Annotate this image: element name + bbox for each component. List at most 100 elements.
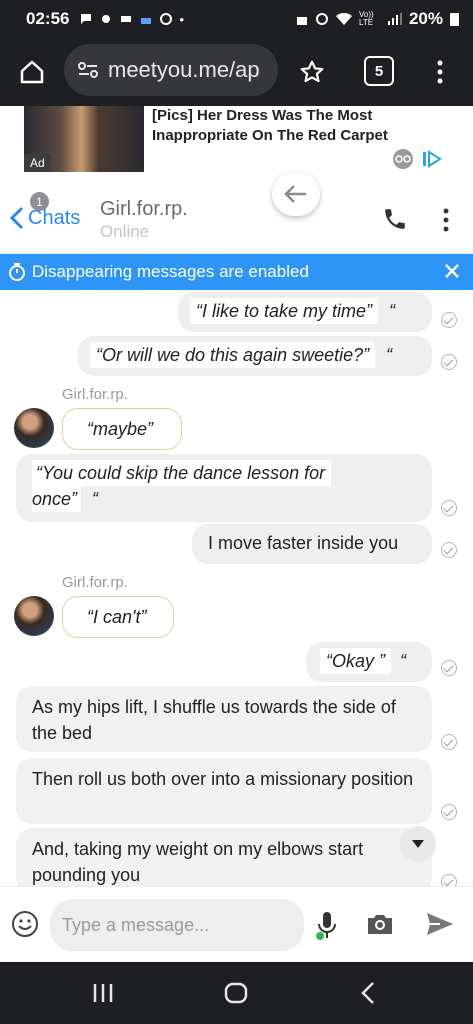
avatar[interactable]	[14, 596, 54, 636]
adchoices-icon[interactable]	[422, 150, 442, 168]
read-check-icon	[441, 804, 457, 820]
ad-label: Ad	[24, 154, 51, 172]
chevron-left-icon	[10, 206, 24, 230]
notice-text: Disappearing messages are enabled	[32, 262, 309, 281]
message-bubble[interactable]: “Or will we do this again sweetie?” “	[78, 336, 432, 376]
back-to-chats-button[interactable]: Chats	[10, 206, 80, 230]
wifi-icon	[335, 13, 352, 25]
url-bar[interactable]: meetyou.me/ap	[64, 44, 278, 96]
read-check-icon	[441, 874, 457, 886]
send-button[interactable]	[424, 909, 456, 939]
browser-toolbar: meetyou.me/ap 5	[0, 38, 473, 106]
disappearing-messages-notice: Disappearing messages are enabled	[0, 254, 473, 290]
ad-icons	[392, 148, 442, 170]
chevron-left-icon	[361, 982, 374, 1004]
emoji-icon	[12, 911, 38, 937]
recents-icon	[93, 984, 113, 1002]
avatar[interactable]	[14, 408, 54, 448]
more-vert-icon	[437, 60, 443, 84]
status-time: 02:56	[26, 9, 70, 28]
message-bubble[interactable]: “I like to take my time” “	[178, 292, 432, 332]
read-check-icon	[441, 734, 457, 750]
emoji-button[interactable]	[10, 909, 40, 939]
message-bubble[interactable]: “Okay ” “	[306, 642, 432, 682]
battery-percent: 20%	[408, 9, 443, 28]
browser-menu-button[interactable]	[428, 56, 452, 88]
sender-name: Girl.for.rp.	[62, 574, 128, 591]
back-nav-button[interactable]	[360, 981, 376, 1010]
camera-icon	[368, 915, 392, 934]
url-text: meetyou.me/ap	[108, 57, 260, 82]
sender-name: Girl.for.rp.	[62, 386, 128, 403]
message-bubble[interactable]: And, taking my weight on my elbows start…	[16, 828, 432, 886]
ring-icon	[160, 13, 173, 25]
call-button[interactable]	[380, 204, 410, 234]
notification-icons: •	[79, 12, 184, 27]
message-bubble[interactable]: Then roll us both over into a missionary…	[16, 758, 432, 824]
timer-icon	[9, 263, 25, 281]
battery-icon	[450, 13, 459, 26]
message-bubble[interactable]: “maybe”	[62, 408, 182, 450]
read-check-icon	[441, 312, 457, 328]
adchoices-glasses-icon[interactable]	[392, 148, 414, 170]
ad-title[interactable]: [Pics] Her Dress Was The Most Inappropri…	[152, 106, 412, 146]
message-text-line2: once”	[32, 486, 82, 512]
message-bubble[interactable]: As my hips lift, I shuffle us towards th…	[16, 686, 432, 752]
quote-tail: “	[400, 651, 407, 671]
scroll-to-bottom-button[interactable]	[400, 826, 436, 862]
alarm-icon	[315, 13, 328, 25]
chat-notification-icon	[81, 14, 92, 24]
ad-banner[interactable]: Ad [Pics] Her Dress Was The Most Inappro…	[0, 106, 473, 176]
read-check-icon	[441, 542, 457, 558]
message-input[interactable]	[50, 899, 304, 951]
lock-icon	[296, 17, 307, 25]
site-settings-icon	[78, 62, 98, 78]
quote-tail: “	[386, 345, 393, 365]
system-nav-bar	[0, 962, 473, 1024]
printer-icon	[121, 16, 132, 22]
quote-tail: “	[92, 489, 99, 509]
status-bar: 02:56 • Vo)) LTE 20%	[0, 0, 473, 38]
message-bubble[interactable]: I move faster inside you	[192, 524, 432, 564]
back-label: Chats	[28, 206, 81, 229]
lte-label: Vo)) LTE	[358, 10, 374, 27]
floating-back-button[interactable]	[272, 172, 320, 216]
cake-icon	[141, 18, 152, 24]
voice-message-button[interactable]	[314, 909, 340, 943]
signal-icon	[387, 13, 402, 25]
phone-icon	[385, 209, 405, 229]
read-check-icon	[441, 500, 457, 516]
camera-button[interactable]	[364, 909, 396, 939]
microphone-icon	[316, 912, 336, 940]
home-button[interactable]	[16, 56, 48, 88]
more-vert-icon	[443, 208, 449, 232]
tab-count: 5	[374, 62, 384, 80]
settings-notification-icon	[102, 15, 111, 23]
read-check-icon	[441, 354, 457, 370]
recent-apps-button[interactable]	[92, 982, 114, 1009]
read-check-icon	[441, 660, 457, 676]
chat-header: 1 Chats Girl.for.rp. Online	[0, 176, 473, 254]
dot-icon: •	[179, 11, 185, 27]
home-icon	[20, 60, 44, 84]
message-bubble[interactable]: “You could skip the dance lesson for onc…	[16, 454, 432, 522]
message-text: “I like to take my time”	[190, 298, 379, 324]
contact-name[interactable]: Girl.for.rp.	[100, 198, 188, 221]
quote-tail: “	[389, 301, 396, 321]
message-text: “You could skip the dance lesson for	[32, 460, 332, 486]
bookmark-button[interactable]	[296, 56, 328, 88]
send-icon	[427, 913, 453, 935]
tab-switcher-button[interactable]: 5	[364, 56, 394, 86]
close-icon[interactable]	[443, 262, 461, 280]
arrow-left-icon	[284, 185, 306, 203]
star-icon	[300, 60, 324, 83]
chevron-down-icon	[412, 840, 424, 848]
message-text: “Or will we do this again sweetie?”	[90, 342, 376, 368]
message-bubble[interactable]: “I can't”	[62, 596, 174, 638]
message-composer	[0, 886, 473, 962]
contact-status: Online	[100, 222, 150, 241]
message-list[interactable]: “I like to take my time” “ “Or will we d…	[0, 290, 473, 886]
chat-menu-button[interactable]	[436, 206, 456, 234]
home-nav-button[interactable]	[224, 982, 248, 1009]
home-circle-icon	[224, 982, 248, 1004]
